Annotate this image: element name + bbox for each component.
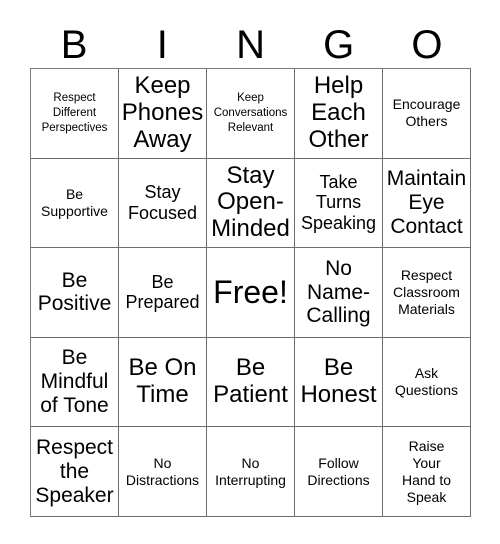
header-letter-b: B xyxy=(60,23,88,67)
bingo-card: B I N G O Respect Different Perspectives… xyxy=(0,0,500,544)
bingo-cell-label: No Distractions xyxy=(125,454,200,488)
bingo-cell[interactable]: Be Supportive xyxy=(31,158,119,249)
bingo-cell-label: Keep Phones Away xyxy=(121,71,204,153)
bingo-cell[interactable]: Maintain Eye Contact xyxy=(383,158,471,249)
bingo-cell-label: Be Prepared xyxy=(125,271,200,313)
bingo-grid: Respect Different Perspectives Keep Phone… xyxy=(30,68,471,517)
bingo-cell[interactable]: No Name- Calling xyxy=(295,248,383,338)
bingo-cell[interactable]: No Interrupting xyxy=(207,427,295,517)
bingo-cell-label: Be Patient xyxy=(213,354,288,409)
header-letter-o: O xyxy=(411,23,443,67)
bingo-cell-label: Be Mindful of Tone xyxy=(40,346,109,418)
bingo-cell[interactable]: Ask Questions xyxy=(383,337,471,428)
bingo-cell[interactable]: Raise Your Hand to Speak xyxy=(383,427,471,517)
bingo-cell[interactable]: Stay Focused xyxy=(119,158,207,249)
bingo-cell[interactable]: Be Positive xyxy=(31,248,119,338)
bingo-cell-label: Respect the Speaker xyxy=(35,435,114,507)
bingo-cell[interactable]: Free! xyxy=(207,248,295,338)
bingo-cell-label: Stay Focused xyxy=(127,182,198,223)
bingo-cell[interactable]: Stay Open- Minded xyxy=(207,158,295,249)
bingo-cell-label: Stay Open- Minded xyxy=(211,161,290,243)
bingo-cell[interactable]: Follow Directions xyxy=(295,427,383,517)
bingo-cell[interactable]: Respect Different Perspectives xyxy=(31,69,119,159)
bingo-cell[interactable]: Be On Time xyxy=(119,337,207,428)
bingo-cell-label: Follow Directions xyxy=(307,454,370,488)
bingo-cell[interactable]: Respect the Speaker xyxy=(31,427,119,517)
bingo-cell-label: Be Positive xyxy=(37,268,112,316)
bingo-cell-label: Raise Your Hand to Speak xyxy=(401,437,452,505)
bingo-cell-label: Free! xyxy=(213,273,288,310)
bingo-cell-label: Help Each Other xyxy=(308,71,369,153)
bingo-cell[interactable]: Keep Conversations Relevant xyxy=(207,69,295,159)
bingo-cell-label: No Interrupting xyxy=(215,454,286,488)
header-letter-g: G xyxy=(323,23,355,67)
bingo-cell-label: No Name- Calling xyxy=(306,256,371,328)
header-letter-n: N xyxy=(236,23,265,67)
bingo-cell[interactable]: Be Honest xyxy=(295,337,383,428)
bingo-cell-label: Respect Classroom Materials xyxy=(393,266,460,318)
bingo-header: B I N G O xyxy=(30,22,471,68)
bingo-cell[interactable]: No Distractions xyxy=(119,427,207,517)
bingo-cell-label: Encourage Others xyxy=(392,96,461,130)
bingo-cell-label: Respect Different Perspectives xyxy=(41,92,108,134)
bingo-cell-label: Take Turns Speaking xyxy=(300,171,377,234)
bingo-cell[interactable]: Be Mindful of Tone xyxy=(31,337,119,428)
bingo-cell-label: Maintain Eye Contact xyxy=(386,166,467,238)
bingo-cell-label: Be Supportive xyxy=(41,185,108,219)
bingo-cell[interactable]: Keep Phones Away xyxy=(119,69,207,159)
bingo-cell-label: Keep Conversations Relevant xyxy=(213,92,288,134)
bingo-cell[interactable]: Be Prepared xyxy=(119,248,207,338)
bingo-cell[interactable]: Respect Classroom Materials xyxy=(383,248,471,338)
bingo-cell[interactable]: Be Patient xyxy=(207,337,295,428)
bingo-cell[interactable]: Encourage Others xyxy=(383,69,471,159)
bingo-cell-label: Be Honest xyxy=(300,354,377,409)
bingo-cell-label: Be On Time xyxy=(128,354,197,409)
header-letter-i: I xyxy=(156,23,168,67)
bingo-cell-label: Ask Questions xyxy=(394,365,459,399)
bingo-cell[interactable]: Take Turns Speaking xyxy=(295,158,383,249)
bingo-cell[interactable]: Help Each Other xyxy=(295,69,383,159)
